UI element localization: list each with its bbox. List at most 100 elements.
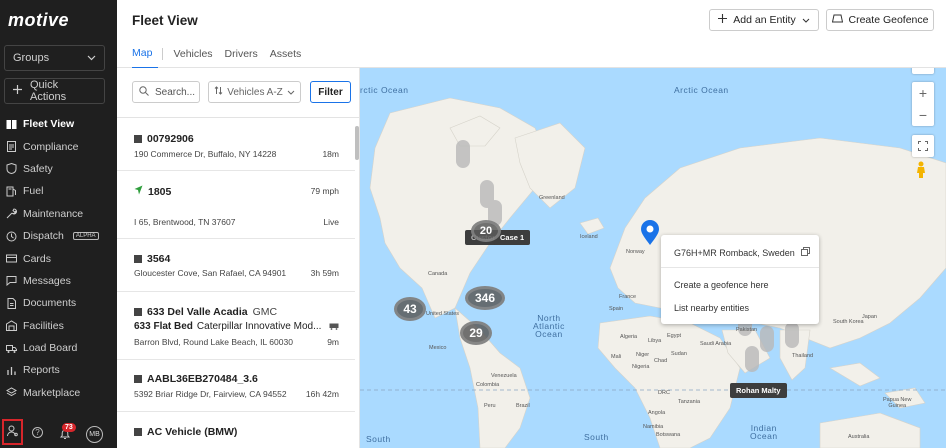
country-label: Spain (609, 306, 624, 312)
country-label: Iceland (580, 234, 598, 240)
vehicle-address: Gloucester Cove, San Rafael, CA 94901 (134, 268, 287, 278)
geofence-icon (831, 14, 843, 26)
country-label: Japan (862, 314, 877, 320)
motive-logo[interactable]: motive (8, 10, 69, 31)
avatar[interactable]: MB (86, 426, 103, 443)
sidebar-item-dispatch[interactable]: Dispatch ALPHA (0, 225, 117, 247)
square-icon (134, 375, 142, 383)
filter-button[interactable]: Filter (310, 81, 351, 103)
square-icon (134, 428, 142, 436)
list-item[interactable]: AABL36EB270484_3.6 5392 Briar Ridge Dr, … (117, 360, 355, 412)
street-view-pegman-icon[interactable] (915, 161, 927, 182)
fleet-map[interactable]: rctic Ocean Arctic Ocean North Atlantic … (360, 68, 946, 448)
country-label: Namibia (643, 424, 664, 430)
zoom-out-button[interactable]: − (912, 104, 934, 126)
sidebar-item-label: Compliance (23, 140, 79, 153)
add-entity-label: Add an Entity (733, 14, 796, 26)
map-cluster[interactable]: 43 (394, 297, 426, 321)
map-book-icon (6, 119, 17, 130)
fullscreen-button[interactable] (912, 135, 934, 157)
list-item[interactable]: 633 Del Valle Acadia GMC 633 Flat Bed Ca… (117, 292, 355, 360)
tab-assets[interactable]: Assets (264, 48, 308, 68)
list-item[interactable]: 3564 Gloucester Cove, San Rafael, CA 949… (117, 239, 355, 292)
sidebar-item-maintenance[interactable]: Maintenance (0, 203, 117, 225)
list-item-title: 1805 (134, 185, 171, 198)
popup-divider (661, 267, 819, 268)
groups-dropdown[interactable]: Groups (4, 45, 105, 71)
trailer-icon (329, 322, 339, 332)
view-tabs: Map Vehicles Drivers Assets (132, 47, 307, 69)
country-label: Pakistan (736, 327, 758, 333)
list-item[interactable]: 00792906 190 Commerce Dr, Buffalo, NY 14… (117, 118, 355, 171)
help-icon[interactable]: ? (32, 427, 43, 438)
user-settings-button[interactable] (2, 419, 23, 445)
sidebar-item-cards[interactable]: Cards (0, 247, 117, 269)
zoom-controls: + − (912, 82, 934, 126)
sidebar-item-compliance[interactable]: Compliance (0, 135, 117, 157)
sidebar-item-facilities[interactable]: Facilities (0, 315, 117, 337)
sidebar-item-label: Load Board (23, 342, 78, 355)
ocean-label: Indian Ocean (750, 423, 778, 441)
map-cluster[interactable]: 20 (471, 220, 501, 242)
ocean-label: rctic Ocean (360, 85, 409, 95)
country-label: Brazil (516, 403, 530, 409)
create-geofence-here-link[interactable]: Create a geofence here (674, 280, 769, 290)
fullscreen-icon (912, 135, 934, 157)
sidebar-item-fuel[interactable]: Fuel (0, 180, 117, 202)
map-cluster[interactable]: 29 (460, 321, 492, 345)
dispatch-icon (6, 231, 17, 242)
sidebar-item-marketplace[interactable]: Marketplace (0, 382, 117, 404)
sidebar-item-label: Messages (23, 274, 71, 287)
search-input[interactable]: Search... (132, 81, 200, 103)
country-label: South Korea (833, 319, 864, 325)
quick-actions-button[interactable]: Quick Actions (4, 78, 105, 104)
sidebar-item-label: Safety (23, 162, 53, 175)
report-icon (6, 365, 17, 376)
list-item-title: 00792906 (134, 133, 194, 145)
quick-actions-label: Quick Actions (30, 79, 67, 103)
country-label: Norway (626, 249, 645, 255)
plus-icon (718, 14, 728, 26)
sidebar-item-documents[interactable]: Documents (0, 292, 117, 314)
list-item-title: 3564 (134, 253, 170, 265)
chevron-down-icon (87, 52, 96, 64)
country-label: Mali (611, 354, 622, 360)
square-icon (134, 255, 142, 263)
zoom-in-button[interactable]: + (912, 82, 934, 104)
list-item[interactable]: AC Vehicle (BMW) (117, 412, 355, 448)
sidebar-item-load-board[interactable]: Load Board (0, 337, 117, 359)
list-nearby-entities-link[interactable]: List nearby entities (674, 303, 749, 313)
sidebar-nav: Fleet View Compliance Safety Fuel Mainte… (0, 113, 117, 404)
tab-vehicles[interactable]: Vehicles (167, 48, 218, 68)
list-scrollbar[interactable] (355, 126, 359, 160)
vehicle-name: 633 Del Valle Acadia (147, 306, 248, 318)
sidebar-item-label: Maintenance (23, 207, 84, 220)
vehicle-list-panel: Search... Vehicles A-Z Filter 00792906 1… (117, 68, 360, 448)
tab-map[interactable]: Map (132, 47, 159, 69)
asset-line: 633 Flat Bed Caterpillar Innovative Mod.… (134, 321, 321, 332)
chevron-down-icon (287, 87, 295, 98)
sidebar-item-reports[interactable]: Reports (0, 359, 117, 381)
sidebar-item-messages[interactable]: Messages (0, 270, 117, 292)
location-pin-icon[interactable] (639, 220, 661, 249)
country-label: Canada (428, 271, 448, 277)
sort-dropdown[interactable]: Vehicles A-Z (208, 81, 301, 103)
ocean-label: South (366, 434, 391, 444)
country-label: Australia (848, 434, 870, 440)
chevron-down-icon (802, 14, 810, 26)
vehicle-tag[interactable]: Rohan Malty (730, 383, 787, 398)
map-layers-button[interactable] (912, 68, 934, 74)
sidebar-item-label: Fleet View (23, 118, 75, 131)
sidebar-item-safety[interactable]: Safety (0, 158, 117, 180)
copy-icon[interactable] (800, 247, 810, 258)
map-cluster[interactable]: 346 (465, 286, 505, 310)
tab-drivers[interactable]: Drivers (219, 48, 264, 68)
list-item[interactable]: 1805 79 mph I 65, Brentwood, TN 37607 Li… (117, 171, 355, 239)
sidebar-item-fleet-view[interactable]: Fleet View (0, 113, 117, 135)
navigation-arrow-icon (134, 185, 143, 198)
vehicle-make: GMC (252, 306, 278, 318)
add-entity-button[interactable]: Add an Entity (709, 9, 819, 31)
create-geofence-button[interactable]: Create Geofence (826, 9, 934, 31)
vehicle-address: Barron Blvd, Round Lake Beach, IL 60030 (134, 337, 293, 347)
truck-icon (6, 343, 17, 354)
